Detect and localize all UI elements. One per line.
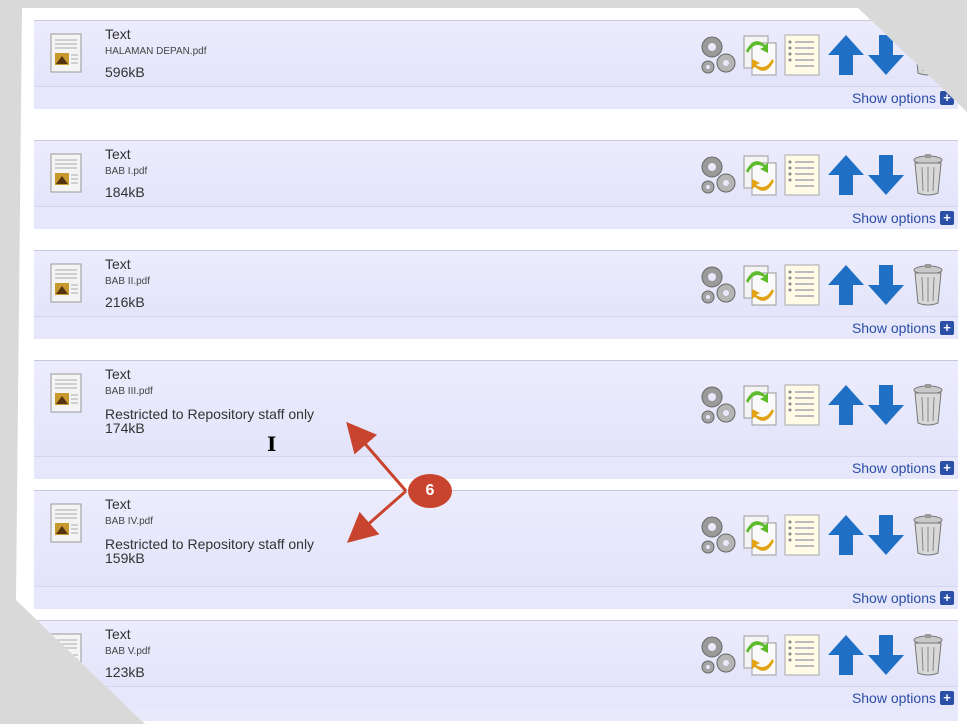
- gear-icon[interactable]: [698, 33, 738, 77]
- screenshot-frame: Text HALAMAN DEPAN.pdf 596kB Show option…: [16, 8, 967, 724]
- document-title: Text: [105, 366, 131, 382]
- panel-footer: Show options +: [34, 206, 958, 229]
- document-panel: Text BAB V.pdf 123kB Show options +: [34, 620, 958, 721]
- arrow-up-icon[interactable]: [826, 153, 866, 197]
- plus-icon: +: [940, 461, 954, 475]
- gear-icon[interactable]: [698, 513, 738, 557]
- document-filename[interactable]: BAB I.pdf: [105, 166, 147, 177]
- pdf-document-icon[interactable]: [50, 33, 88, 75]
- panel-footer: Show options +: [34, 686, 958, 709]
- arrow-down-icon[interactable]: [866, 513, 906, 557]
- list-icon[interactable]: [782, 633, 822, 677]
- show-options-link[interactable]: Show options +: [852, 460, 954, 476]
- document-title: Text: [105, 26, 131, 42]
- replace-icon[interactable]: [740, 263, 780, 307]
- list-icon[interactable]: [782, 33, 822, 77]
- list-icon[interactable]: [782, 153, 822, 197]
- panel-footer: Show options +: [34, 586, 958, 609]
- show-options-label: Show options: [851, 590, 936, 606]
- text-cursor-icon: I: [267, 432, 277, 456]
- arrow-up-icon[interactable]: [826, 263, 866, 307]
- show-options-label: Show options: [851, 90, 936, 106]
- document-size: 174kB: [105, 420, 145, 436]
- trash-icon[interactable]: [908, 33, 948, 77]
- panel-footer: Show options +: [34, 456, 958, 479]
- plus-icon: +: [940, 591, 954, 605]
- plus-icon: +: [940, 691, 954, 705]
- show-options-link[interactable]: Show options +: [852, 590, 954, 606]
- action-toolbar: [698, 153, 948, 197]
- plus-icon: +: [940, 211, 954, 225]
- callout-badge: 6: [408, 474, 452, 508]
- gear-icon[interactable]: [698, 633, 738, 677]
- document-filename[interactable]: BAB V.pdf: [105, 646, 150, 657]
- document-filename[interactable]: BAB II.pdf: [105, 276, 150, 287]
- replace-icon[interactable]: [740, 153, 780, 197]
- plus-icon: +: [940, 321, 954, 335]
- document-size: 159kB: [105, 550, 145, 566]
- trash-icon[interactable]: [908, 383, 948, 427]
- document-size: 596kB: [105, 64, 145, 80]
- replace-icon[interactable]: [740, 633, 780, 677]
- list-icon[interactable]: [782, 513, 822, 557]
- action-toolbar: [698, 33, 948, 77]
- pdf-document-icon[interactable]: [50, 263, 88, 305]
- document-panel: Text BAB II.pdf 216kB Show options +: [34, 250, 958, 339]
- arrow-up-icon[interactable]: [826, 383, 866, 427]
- arrow-up-icon[interactable]: [826, 33, 866, 77]
- document-size: 216kB: [105, 294, 145, 310]
- action-toolbar: [698, 633, 948, 677]
- document-panel: Text BAB IV.pdf Restricted to Repository…: [34, 490, 958, 609]
- trash-icon[interactable]: [908, 633, 948, 677]
- gear-icon[interactable]: [698, 263, 738, 307]
- pdf-document-icon[interactable]: [50, 503, 88, 545]
- show-options-link[interactable]: Show options +: [852, 210, 954, 226]
- show-options-link[interactable]: Show options +: [852, 90, 954, 106]
- arrow-up-icon[interactable]: [826, 513, 866, 557]
- document-title: Text: [105, 626, 131, 642]
- arrow-down-icon[interactable]: [866, 153, 906, 197]
- show-options-link[interactable]: Show options +: [852, 320, 954, 336]
- arrow-up-icon[interactable]: [826, 633, 866, 677]
- document-filename[interactable]: HALAMAN DEPAN.pdf: [105, 46, 207, 57]
- action-toolbar: [698, 383, 948, 427]
- document-size: 184kB: [105, 184, 145, 200]
- document-filename[interactable]: BAB IV.pdf: [105, 516, 153, 527]
- gear-icon[interactable]: [698, 153, 738, 197]
- replace-icon[interactable]: [740, 513, 780, 557]
- show-options-label: Show options: [851, 460, 936, 476]
- trash-icon[interactable]: [908, 263, 948, 307]
- show-options-label: Show options: [851, 690, 936, 706]
- list-icon[interactable]: [782, 383, 822, 427]
- arrow-down-icon[interactable]: [866, 383, 906, 427]
- document-panel: Text BAB I.pdf 184kB Show options +: [34, 140, 958, 229]
- plus-icon: +: [940, 91, 954, 105]
- pdf-document-icon[interactable]: [50, 153, 88, 195]
- panel-footer: Show options +: [34, 86, 958, 109]
- arrow-down-icon[interactable]: [866, 33, 906, 77]
- list-icon[interactable]: [782, 263, 822, 307]
- panel-footer: Show options +: [34, 316, 958, 339]
- action-toolbar: [698, 263, 948, 307]
- document-filename[interactable]: BAB III.pdf: [105, 386, 153, 397]
- show-options-link[interactable]: Show options +: [852, 690, 954, 706]
- document-size: 123kB: [105, 664, 145, 680]
- show-options-label: Show options: [851, 320, 936, 336]
- document-panel: Text HALAMAN DEPAN.pdf 596kB Show option…: [34, 20, 958, 109]
- trash-icon[interactable]: [908, 153, 948, 197]
- pdf-document-icon[interactable]: [50, 373, 88, 415]
- gear-icon[interactable]: [698, 383, 738, 427]
- trash-icon[interactable]: [908, 513, 948, 557]
- arrow-down-icon[interactable]: [866, 263, 906, 307]
- document-title: Text: [105, 146, 131, 162]
- document-title: Text: [105, 256, 131, 272]
- replace-icon[interactable]: [740, 383, 780, 427]
- document-panel: Text BAB III.pdf Restricted to Repositor…: [34, 360, 958, 479]
- pdf-document-icon[interactable]: [50, 633, 88, 675]
- arrow-down-icon[interactable]: [866, 633, 906, 677]
- replace-icon[interactable]: [740, 33, 780, 77]
- show-options-label: Show options: [851, 210, 936, 226]
- action-toolbar: [698, 513, 948, 557]
- document-title: Text: [105, 496, 131, 512]
